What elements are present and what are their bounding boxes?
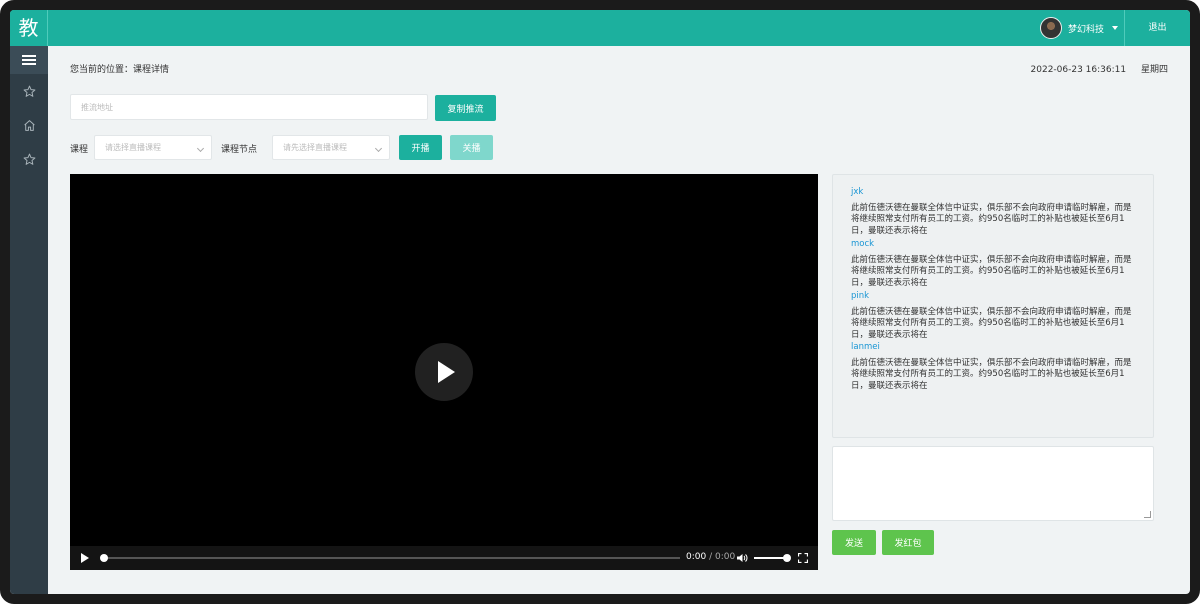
chat-messages: jxk 此前伍德沃德在曼联全体信中证实，俱乐部不会向政府申请临时解雇，而是将继续… bbox=[832, 174, 1154, 438]
avatar bbox=[1039, 17, 1062, 39]
chat-text: 此前伍德沃德在曼联全体信中证实，俱乐部不会向政府申请临时解雇，而是将继续照常支付… bbox=[851, 358, 1132, 391]
copy-stream-button[interactable]: 复制推流 bbox=[435, 95, 496, 121]
time-current: 0:00 bbox=[686, 552, 707, 562]
current-datetime: 2022-06-23 16:36:11 bbox=[1030, 65, 1127, 75]
logout-button[interactable]: 退出 bbox=[1124, 10, 1190, 46]
stream-url-placeholder: 推流地址 bbox=[81, 102, 113, 112]
chat-text: 此前伍德沃德在曼联全体信中证实，俱乐部不会向政府申请临时解雇，而是将继续照常支付… bbox=[851, 203, 1132, 236]
resize-handle-icon[interactable] bbox=[1144, 511, 1151, 518]
top-header: 教 梦幻科技 退出 bbox=[10, 10, 1190, 46]
course-select-placeholder: 请选择直播课程 bbox=[105, 143, 161, 152]
volume-icon[interactable] bbox=[736, 553, 748, 563]
chat-message: jxk 此前伍德沃德在曼联全体信中证实，俱乐部不会向政府申请临时解雇，而是将继续… bbox=[851, 187, 1136, 237]
chevron-down-icon bbox=[196, 144, 205, 153]
volume-slider[interactable] bbox=[754, 554, 791, 562]
weekday: 星期四 bbox=[1140, 65, 1168, 75]
chat-message: pink 此前伍德沃德在曼联全体信中证实，俱乐部不会向政府申请临时解雇，而是将继… bbox=[851, 291, 1136, 341]
chat-input[interactable] bbox=[832, 446, 1154, 521]
course-node-select[interactable]: 请先选择直播课程 bbox=[272, 135, 390, 160]
main-content: 您当前的位置：课程详情 2022-06-23 16:36:11 星期四 推流地址… bbox=[48, 46, 1190, 594]
menu-icon[interactable] bbox=[10, 46, 48, 74]
course-node-label: 课程节点 bbox=[221, 145, 258, 155]
progress-handle[interactable] bbox=[100, 554, 108, 562]
time-display: 0:00 / 0:00 bbox=[686, 552, 735, 562]
progress-bar[interactable] bbox=[100, 554, 680, 562]
chat-username: lanmei bbox=[851, 342, 880, 352]
red-packet-button[interactable]: 发红包 bbox=[882, 530, 934, 555]
course-select[interactable]: 请选择直播课程 bbox=[94, 135, 212, 160]
home-icon[interactable] bbox=[10, 108, 48, 142]
sidebar bbox=[10, 46, 48, 594]
star-icon[interactable] bbox=[10, 74, 48, 108]
send-button[interactable]: 发送 bbox=[832, 530, 876, 555]
video-player[interactable]: 0:00 / 0:00 bbox=[70, 174, 818, 570]
breadcrumb: 您当前的位置：课程详情 bbox=[70, 65, 170, 75]
time-total: 0:00 bbox=[714, 552, 736, 562]
video-controls: 0:00 / 0:00 bbox=[70, 546, 818, 570]
chat-username: mock bbox=[851, 239, 875, 249]
course-node-placeholder: 请先选择直播课程 bbox=[283, 143, 347, 152]
fullscreen-icon[interactable] bbox=[798, 553, 808, 563]
caret-down-icon bbox=[1112, 26, 1118, 30]
app-frame: 教 梦幻科技 退出 您当前的位置：课程详情 2022-06-23 16:36:1… bbox=[0, 0, 1200, 604]
star-icon[interactable] bbox=[10, 142, 48, 176]
chat-username: pink bbox=[851, 291, 870, 301]
big-play-icon[interactable] bbox=[415, 343, 473, 401]
play-icon[interactable] bbox=[81, 553, 89, 563]
chat-message: lanmei 此前伍德沃德在曼联全体信中证实，俱乐部不会向政府申请临时解雇，而是… bbox=[851, 342, 1136, 392]
chat-text: 此前伍德沃德在曼联全体信中证实，俱乐部不会向政府申请临时解雇，而是将继续照常支付… bbox=[851, 255, 1132, 288]
time-separator: / bbox=[706, 552, 715, 562]
chevron-down-icon bbox=[374, 144, 383, 153]
stop-live-button[interactable]: 关播 bbox=[450, 135, 493, 160]
logo: 教 bbox=[10, 10, 48, 46]
chat-username: jxk bbox=[851, 187, 864, 197]
chat-text: 此前伍德沃德在曼联全体信中证实，俱乐部不会向政府申请临时解雇，而是将继续照常支付… bbox=[851, 307, 1132, 340]
stream-url-input[interactable]: 推流地址 bbox=[70, 94, 428, 120]
chat-message: mock 此前伍德沃德在曼联全体信中证实，俱乐部不会向政府申请临时解雇，而是将继… bbox=[851, 239, 1136, 289]
user-name: 梦幻科技 bbox=[1067, 24, 1104, 35]
datetime: 2022-06-23 16:36:11 星期四 bbox=[1031, 62, 1168, 75]
volume-handle[interactable] bbox=[783, 554, 791, 562]
start-live-button[interactable]: 开播 bbox=[399, 135, 442, 160]
course-label: 课程 bbox=[70, 145, 89, 155]
user-menu[interactable]: 梦幻科技 bbox=[1039, 16, 1118, 40]
